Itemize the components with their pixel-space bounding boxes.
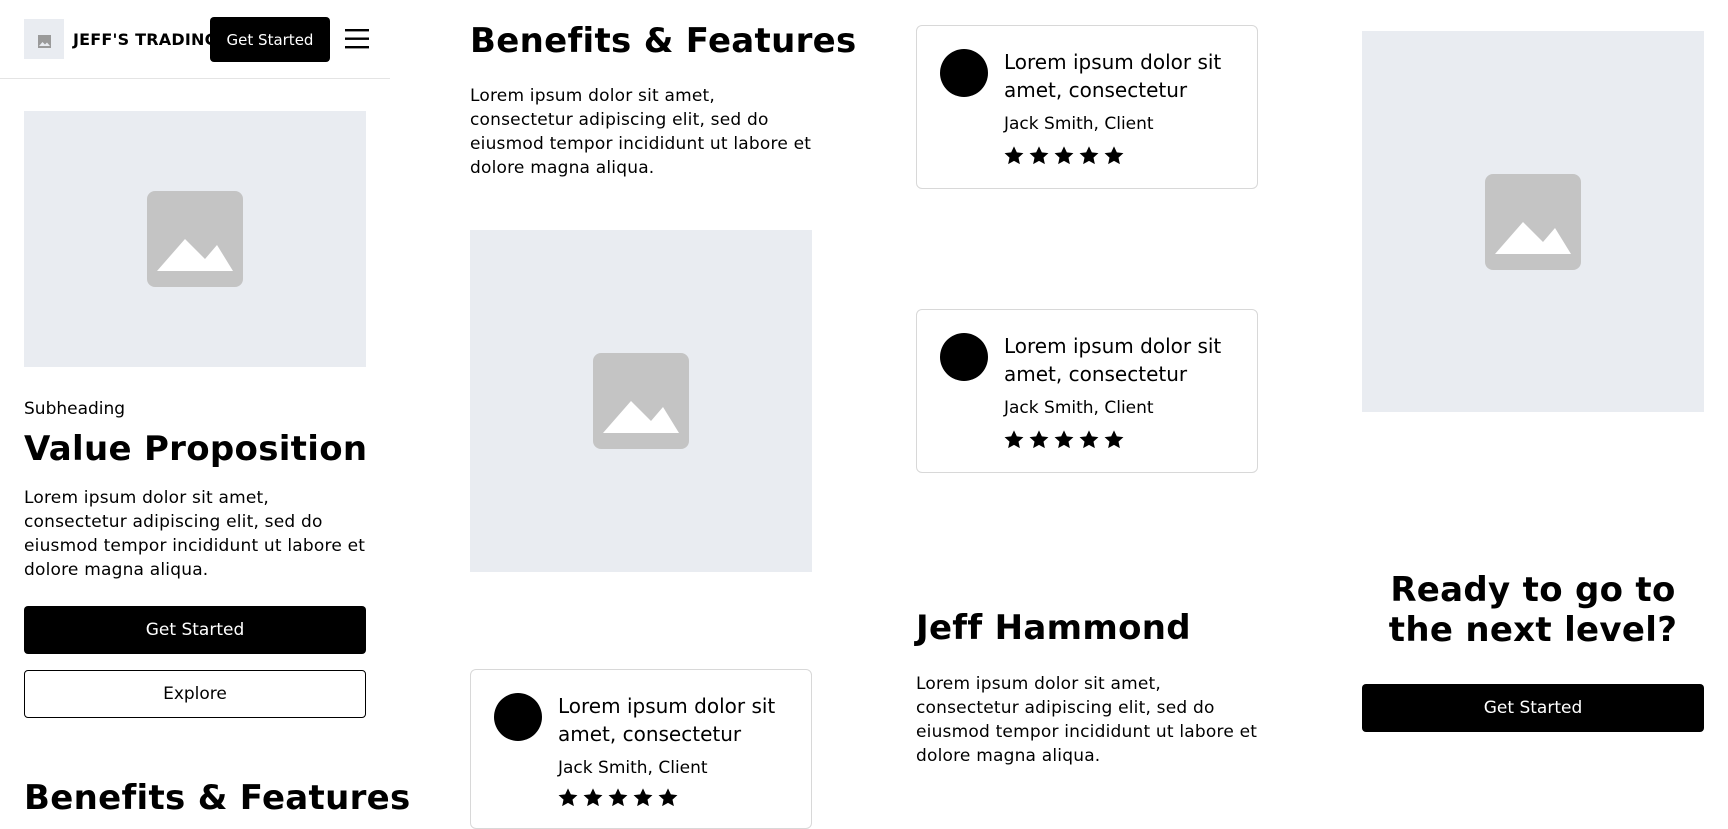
next-section-title: Benefits & Features (24, 778, 411, 818)
avatar (940, 49, 988, 97)
header-divider (0, 78, 390, 79)
testimonial-author: Jack Smith, Client (1004, 114, 1154, 134)
testimonial-quote: Lorem ipsum dolor sit amet, consectetur (558, 694, 776, 746)
image-placeholder-icon (38, 33, 51, 52)
star-icon (608, 788, 628, 807)
benefits-image-placeholder (470, 230, 812, 572)
benefits-body: Lorem ipsum dolor sit amet, consectetur … (470, 86, 812, 178)
cta-get-started-button[interactable]: Get Started (1362, 684, 1704, 732)
brand-name[interactable]: JEFF'S TRADING (73, 30, 218, 49)
explore-button[interactable]: Explore (24, 670, 366, 718)
benefits-title: Benefits & Features (470, 21, 857, 61)
image-icon (1485, 174, 1581, 270)
star-icon (1079, 146, 1099, 165)
testimonial-card: Lorem ipsum dolor sit amet, consectetur … (916, 25, 1258, 189)
star-icon (1029, 430, 1049, 449)
cta-title: Ready to go to the next level? (1388, 570, 1678, 650)
star-icon (633, 788, 653, 807)
header-get-started-button[interactable]: Get Started (210, 17, 330, 62)
star-icon (658, 788, 678, 807)
star-icon (1054, 146, 1074, 165)
star-icon (1104, 430, 1124, 449)
star-rating (557, 787, 679, 809)
testimonial-author: Jack Smith, Client (1004, 398, 1154, 418)
testimonial-quote: Lorem ipsum dolor sit amet, consectetur (1004, 50, 1222, 102)
hero-body: Lorem ipsum dolor sit amet, consectetur … (24, 488, 366, 580)
star-icon (558, 788, 578, 807)
image-icon (593, 353, 689, 449)
avatar (494, 693, 542, 741)
avatar (940, 333, 988, 381)
hero-get-started-button[interactable]: Get Started (24, 606, 366, 654)
star-icon (1004, 430, 1024, 449)
hero-subheading: Subheading (24, 399, 126, 419)
testimonial-card: Lorem ipsum dolor sit amet, consectetur … (916, 309, 1258, 473)
hero-title: Value Proposition (24, 429, 368, 469)
star-rating (1003, 429, 1125, 451)
testimonial-quote: Lorem ipsum dolor sit amet, consectetur (1004, 334, 1222, 386)
cta-image-placeholder (1362, 31, 1704, 412)
logo-box (24, 19, 64, 59)
hamburger-menu-icon[interactable] (345, 29, 369, 49)
star-icon (1004, 146, 1024, 165)
profile-body: Lorem ipsum dolor sit amet, consectetur … (916, 674, 1258, 766)
profile-name: Jeff Hammond (916, 608, 1191, 648)
testimonial-card: Lorem ipsum dolor sit amet, consectetur … (470, 669, 812, 829)
star-icon (1054, 430, 1074, 449)
star-icon (1029, 146, 1049, 165)
hero-image-placeholder (24, 111, 366, 367)
star-icon (1079, 430, 1099, 449)
star-icon (583, 788, 603, 807)
image-icon (147, 191, 243, 287)
testimonial-author: Jack Smith, Client (558, 758, 708, 778)
star-icon (1104, 146, 1124, 165)
star-rating (1003, 145, 1125, 167)
